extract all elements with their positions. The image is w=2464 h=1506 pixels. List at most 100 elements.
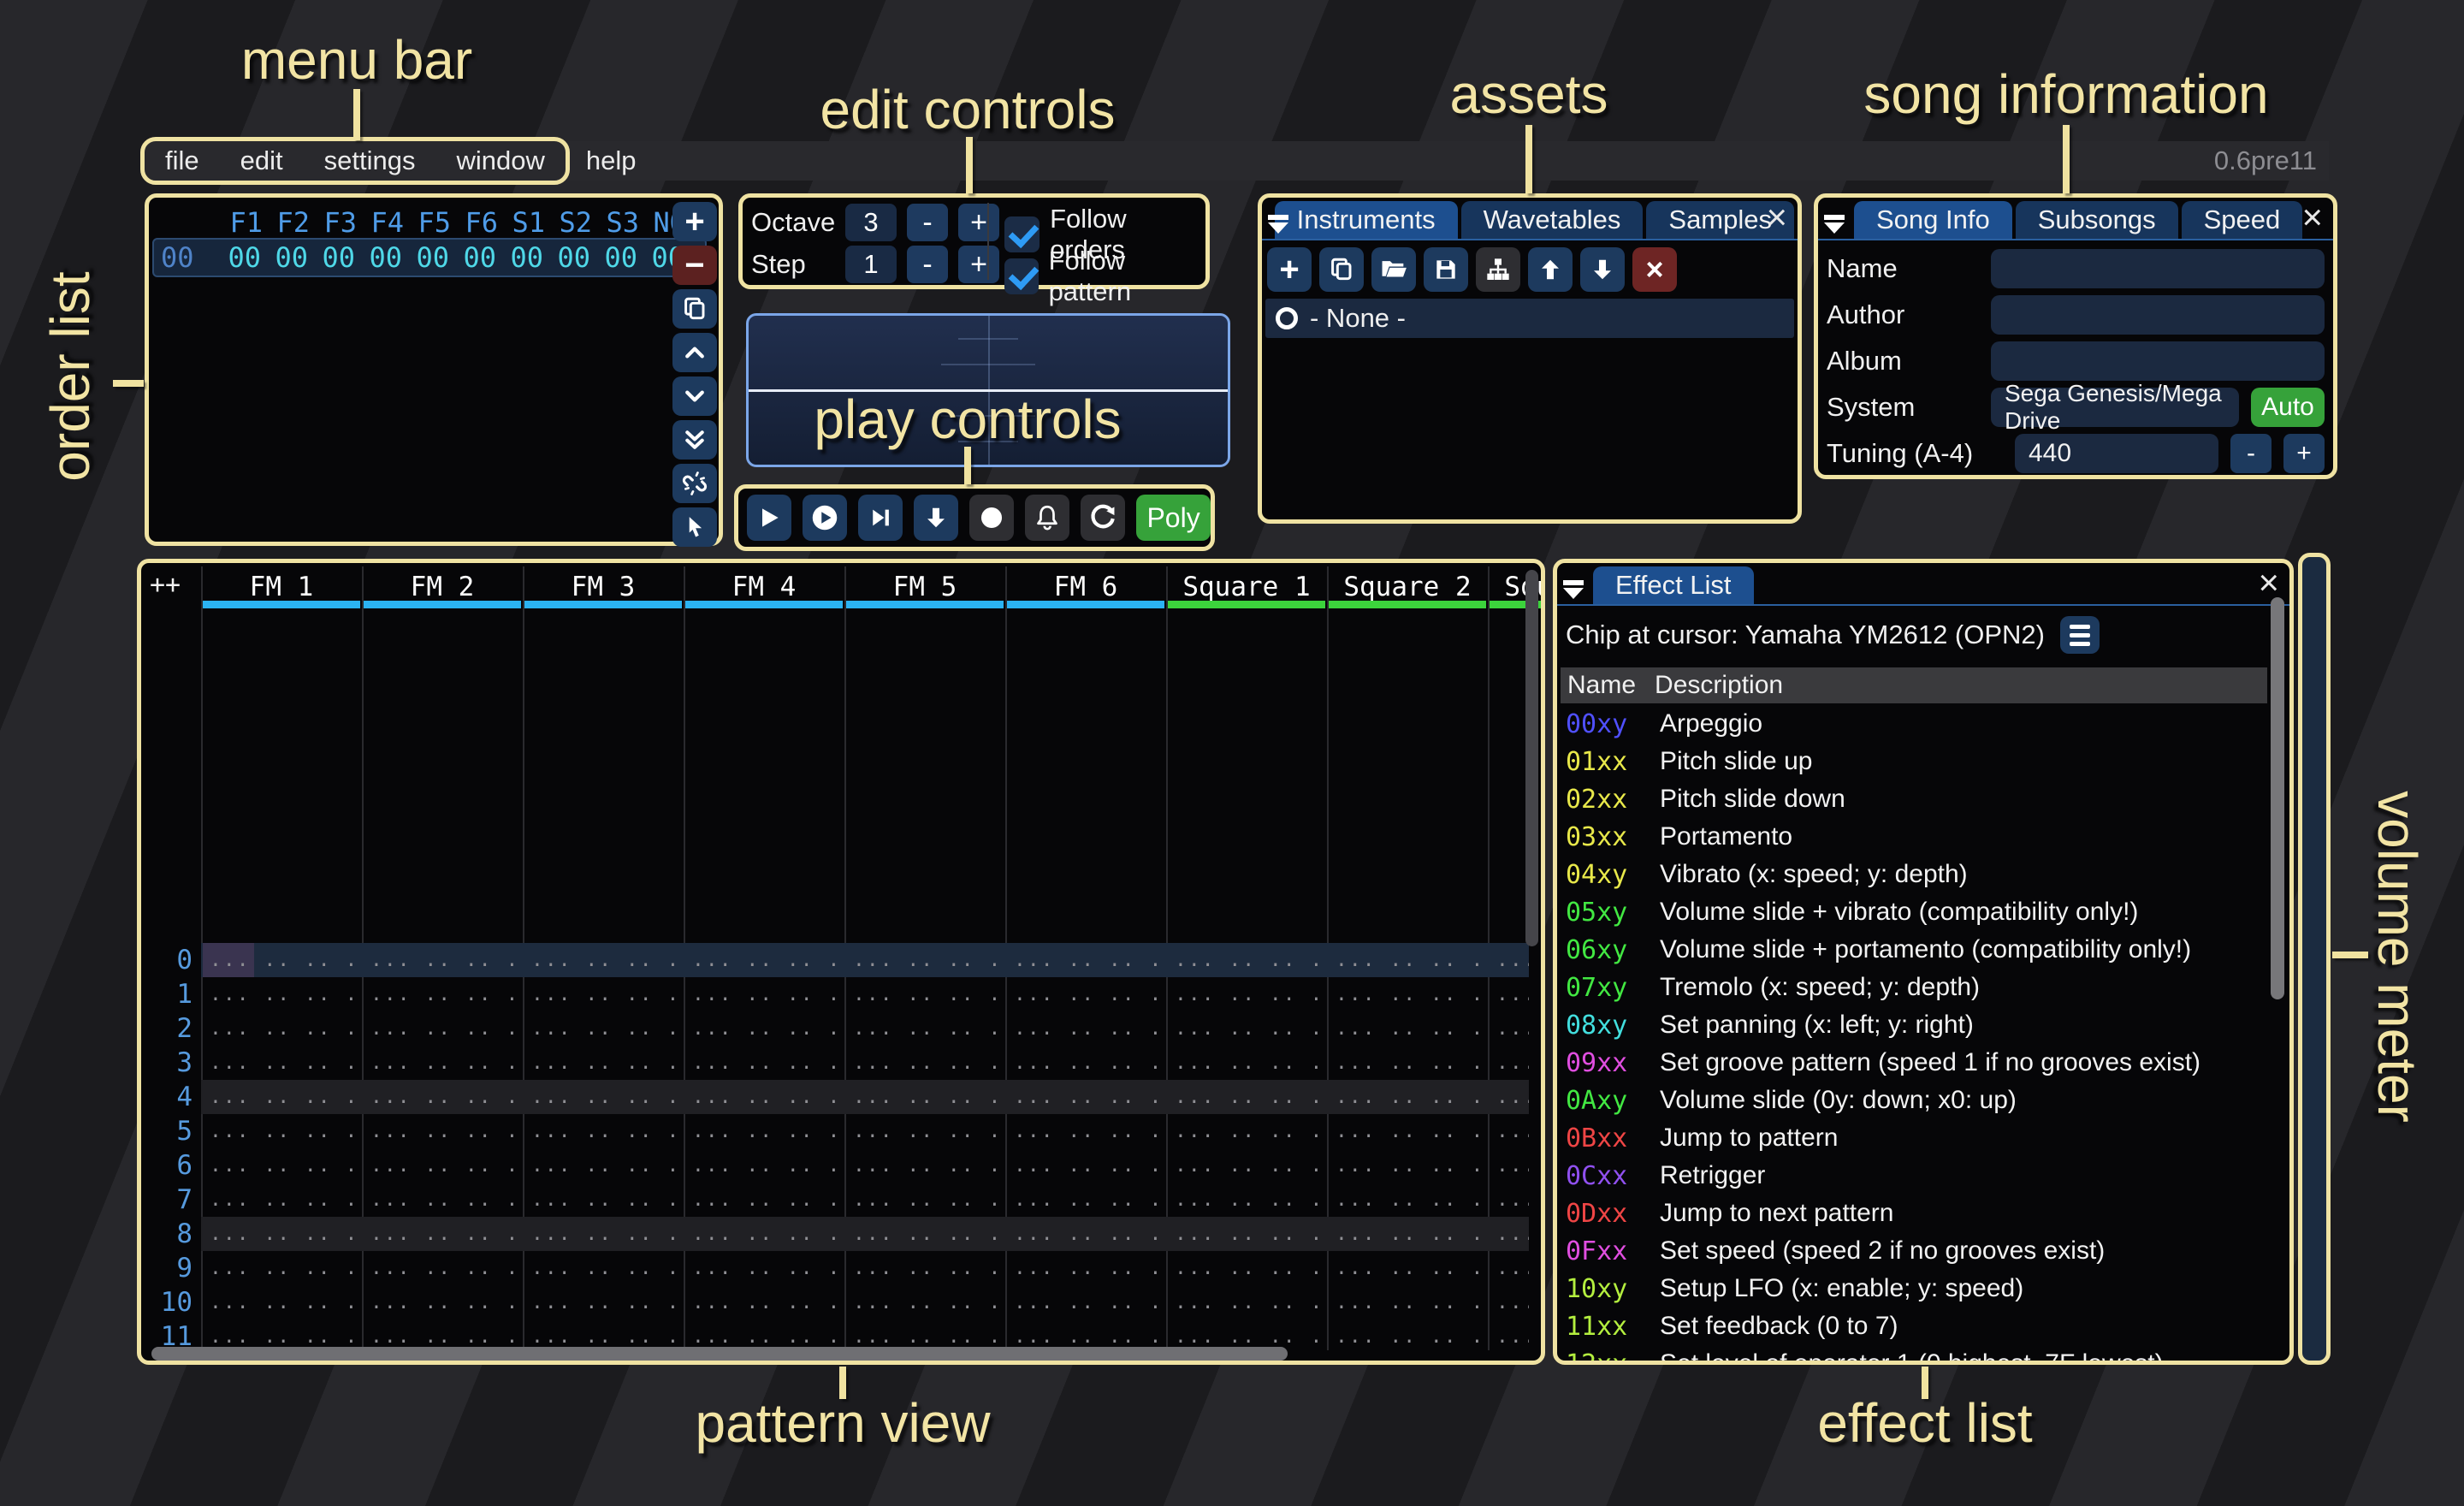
name-field[interactable] (1991, 249, 2325, 288)
pattern-cell[interactable]: ... .. .. ... (1488, 983, 1529, 1005)
effect-row[interactable]: 0Axy Volume slide (0y: down; x0: up) (1561, 1082, 2264, 1119)
pattern-cell[interactable]: ... .. .. ... (1327, 1086, 1488, 1108)
pattern-cell[interactable]: ... .. .. ... (1327, 949, 1488, 971)
menu-item[interactable]: edit (220, 141, 304, 181)
album-field[interactable] (1991, 341, 2325, 381)
instrument-list-item[interactable]: - None - (1265, 299, 1794, 338)
pattern-cell[interactable]: ... .. .. ... (201, 1017, 362, 1040)
add-order-button[interactable]: + (672, 202, 717, 241)
vertical-scrollbar[interactable] (1525, 570, 1538, 946)
order-channel-header[interactable]: S3 (592, 206, 639, 239)
pattern-cell[interactable]: ... .. .. ... (1005, 1052, 1166, 1074)
tab-subsongs[interactable]: Subsongs (2016, 201, 2178, 239)
pattern-cell[interactable]: ... .. .. ... (1488, 1325, 1529, 1348)
pattern-cell[interactable]: ... .. .. ... (362, 1017, 523, 1040)
pattern-cell[interactable]: ... .. .. ... (1488, 1257, 1529, 1279)
pattern-cell[interactable]: ... .. .. ... (684, 1257, 844, 1279)
order-cell[interactable]: 00 (261, 241, 308, 274)
channel-header[interactable]: Square 2 (1327, 563, 1488, 611)
channel-header[interactable]: FM 3 (523, 563, 684, 611)
order-channel-header[interactable]: F1 (216, 206, 263, 239)
effect-row[interactable]: 0Dxx Jump to next pattern (1561, 1195, 2264, 1232)
author-field[interactable] (1991, 295, 2325, 335)
order-cell[interactable]: 00 (590, 241, 637, 274)
pattern-cell[interactable]: ... .. .. ... (201, 1120, 362, 1142)
pattern-row[interactable]: 7 ... .. .. ... ... .. .. ... ... .. .. … (141, 1183, 1529, 1217)
collapse-icon[interactable] (1265, 213, 1268, 235)
pattern-cell[interactable]: ... .. .. ... (1166, 1223, 1327, 1245)
collapse-icon[interactable] (1821, 213, 1847, 235)
pattern-cell[interactable]: ... .. .. ... (523, 983, 684, 1005)
pattern-cell[interactable]: ... .. .. ... (1327, 1189, 1488, 1211)
pattern-cell[interactable]: ... .. .. ... (844, 1154, 1005, 1177)
pattern-cell[interactable]: ... .. .. ... (1005, 1189, 1166, 1211)
description-column-header[interactable]: Description (1636, 671, 1783, 700)
effect-row[interactable]: 12xx Set level of operator 1 (0 highest,… (1561, 1345, 2264, 1365)
play-from-cursor-button[interactable] (803, 495, 847, 541)
effect-row[interactable]: 02xx Pitch slide down (1561, 780, 2264, 818)
pattern-cell[interactable]: ... .. .. ... (684, 949, 844, 971)
name-column-header[interactable]: Name (1561, 671, 1636, 700)
pattern-cell[interactable]: ... .. .. ... (844, 983, 1005, 1005)
order-cell[interactable]: 00 (402, 241, 449, 274)
pattern-cell[interactable]: ... .. .. ... (201, 949, 362, 971)
pattern-cell[interactable]: ... .. .. ... (523, 1325, 684, 1348)
asset-folders-button[interactable] (1476, 247, 1520, 292)
order-cell[interactable]: 00 (355, 241, 402, 274)
pattern-cell[interactable]: ... .. .. ... (362, 1189, 523, 1211)
order-channel-header[interactable]: S2 (545, 206, 592, 239)
pattern-cell[interactable]: ... .. .. ... (1488, 1291, 1529, 1313)
effect-row[interactable]: 01xx Pitch slide up (1561, 743, 2264, 780)
effect-row[interactable]: 0Bxx Jump to pattern (1561, 1119, 2264, 1157)
pattern-cell[interactable]: ... .. .. ... (1327, 1120, 1488, 1142)
pattern-cell[interactable]: ... .. .. ... (684, 1052, 844, 1074)
close-icon[interactable]: × (2301, 199, 2323, 235)
metronome-button[interactable] (1025, 495, 1069, 541)
pattern-cell[interactable]: ... .. .. ... (201, 1189, 362, 1211)
pattern-cell[interactable]: ... .. .. ... (201, 983, 362, 1005)
effect-row[interactable]: 0Fxx Set speed (speed 2 if no grooves ex… (1561, 1232, 2264, 1270)
pattern-cell[interactable]: ... .. .. ... (201, 1223, 362, 1245)
effect-menu-button[interactable] (2060, 616, 2100, 654)
repeat-pattern-button[interactable] (1081, 495, 1125, 541)
pattern-cell[interactable]: ... .. .. ... (201, 1086, 362, 1108)
order-channel-header[interactable]: F5 (404, 206, 451, 239)
follow-pattern-checkbox[interactable] (1004, 258, 1039, 294)
pattern-cell[interactable]: ... .. .. ... (844, 1017, 1005, 1040)
pattern-cell[interactable]: ... .. .. ... (1005, 1223, 1166, 1245)
pattern-cell[interactable]: ... .. .. ... (362, 1257, 523, 1279)
menu-item[interactable]: help (566, 141, 657, 181)
pattern-cell[interactable]: ... .. .. ... (523, 1291, 684, 1313)
step-value[interactable]: 1 (845, 246, 897, 283)
step-increase-button[interactable]: + (958, 246, 999, 283)
effect-row[interactable]: 05xy Volume slide + vibrato (compatibili… (1561, 893, 2264, 931)
pattern-cell[interactable]: ... .. .. ... (1488, 949, 1529, 971)
remove-order-button[interactable]: − (672, 246, 717, 285)
pattern-cell[interactable]: ... .. .. ... (1327, 1223, 1488, 1245)
pattern-cell[interactable]: ... .. .. ... (844, 1052, 1005, 1074)
pattern-cell[interactable]: ... .. .. ... (1166, 1017, 1327, 1040)
pattern-cell[interactable]: ... .. .. ... (1005, 1325, 1166, 1348)
effect-row[interactable]: 03xx Portamento (1561, 818, 2264, 856)
system-field[interactable]: Sega Genesis/Mega Drive (1991, 388, 2239, 427)
pattern-cell[interactable]: ... .. .. ... (684, 983, 844, 1005)
pattern-cell[interactable]: ... .. .. ... (684, 1189, 844, 1211)
pattern-cell[interactable]: ... .. .. ... (201, 1325, 362, 1348)
add-asset-button[interactable]: + (1267, 247, 1312, 292)
order-row[interactable]: 00 00000000000000000000 (152, 238, 707, 277)
pattern-cell[interactable]: ... .. .. ... (1327, 1017, 1488, 1040)
pattern-cell[interactable]: ... .. .. ... (201, 1291, 362, 1313)
duplicate-asset-button[interactable] (1319, 247, 1364, 292)
order-cell[interactable]: 00 (496, 241, 543, 274)
pattern-cell[interactable]: ... .. .. ... (1327, 1325, 1488, 1348)
pattern-cell[interactable]: ... .. .. ... (362, 983, 523, 1005)
effect-row[interactable]: 0Cxx Retrigger (1561, 1157, 2264, 1195)
pattern-cell[interactable]: ... .. .. ... (684, 1120, 844, 1142)
pattern-cell[interactable]: ... .. .. ... (844, 1120, 1005, 1142)
pattern-row[interactable]: 1 ... .. .. ... ... .. .. ... ... .. .. … (141, 977, 1529, 1011)
tuning-field[interactable]: 440 (2015, 434, 2218, 473)
pattern-cell[interactable]: ... .. .. ... (201, 1052, 362, 1074)
effect-row[interactable]: 00xy Arpeggio (1561, 705, 2264, 743)
order-channel-header[interactable]: F3 (310, 206, 357, 239)
effect-row[interactable]: 08xy Set panning (x: left; y: right) (1561, 1006, 2264, 1044)
